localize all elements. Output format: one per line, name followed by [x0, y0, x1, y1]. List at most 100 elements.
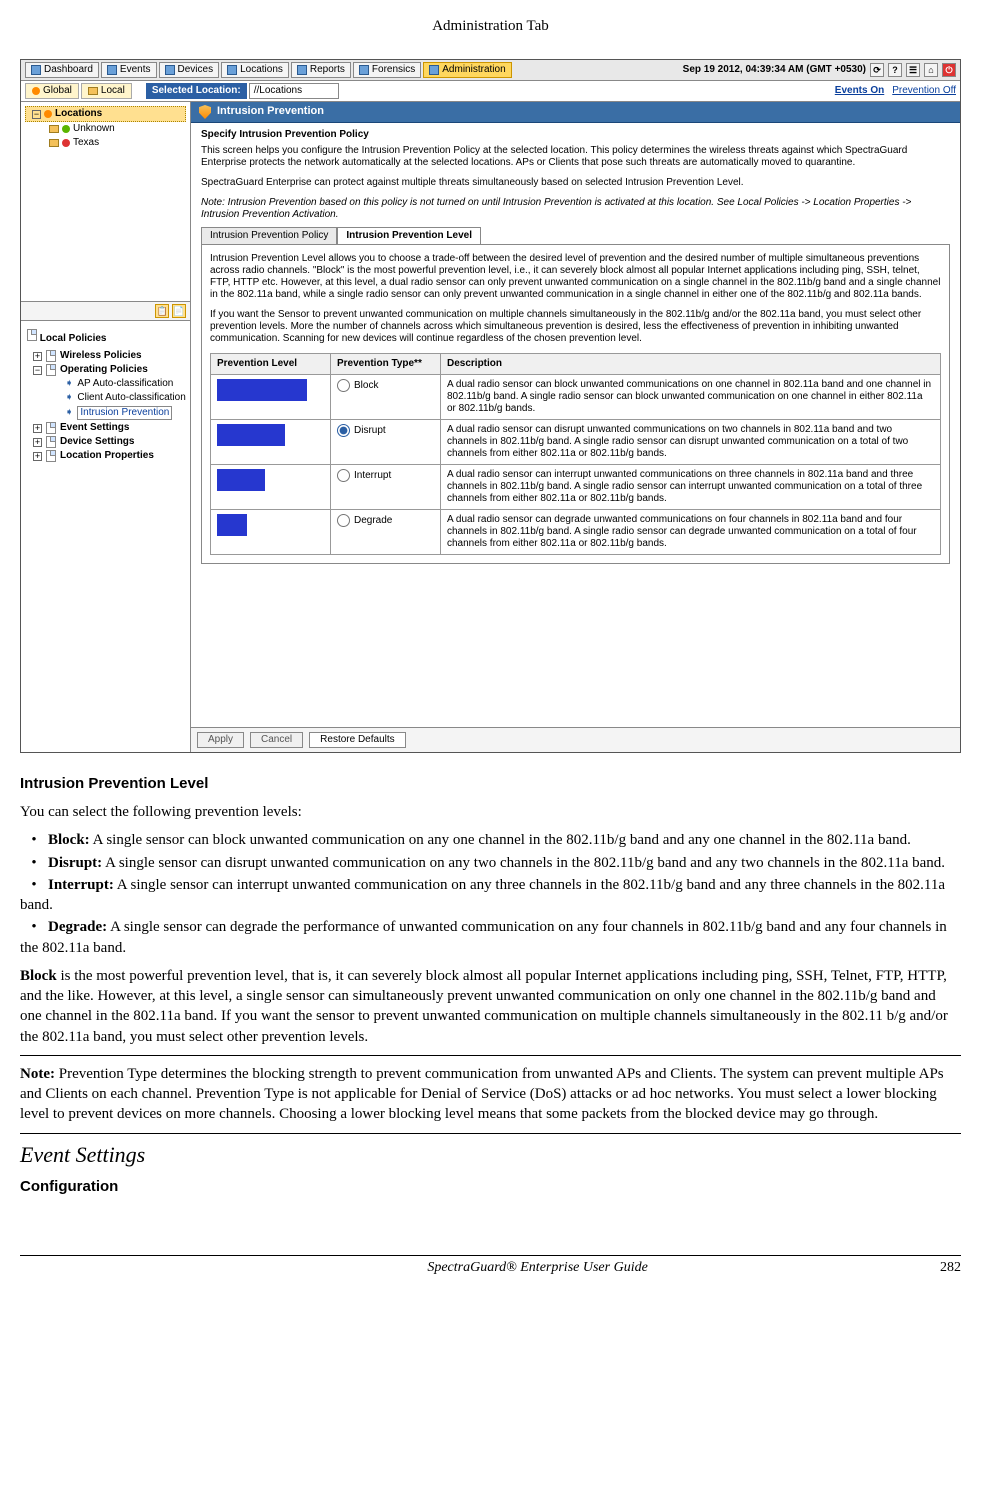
logout-icon[interactable]: ⏻	[942, 63, 956, 77]
level-name: Disrupt:	[48, 855, 102, 871]
level-intro: If you want the Sensor to prevent unwant…	[210, 309, 941, 345]
divider	[20, 1133, 961, 1134]
shield-icon	[199, 105, 211, 119]
policy-label: Client Auto-classification	[77, 392, 185, 404]
status-icon	[62, 125, 70, 133]
paste-icon[interactable]: 📄	[172, 304, 186, 318]
expand-icon[interactable]: +	[33, 352, 42, 361]
th-level: Prevention Level	[211, 354, 331, 375]
dashboard-icon	[31, 65, 41, 75]
prevention-level-table: Prevention Level Prevention Type** Descr…	[210, 353, 941, 555]
level-name: Block:	[48, 832, 90, 848]
prevention-type-radio[interactable]	[337, 469, 350, 482]
app-screenshot: Dashboard Events Devices Locations Repor…	[20, 59, 961, 753]
tree-root[interactable]: − Locations	[25, 106, 186, 122]
level-text: A single sensor can degrade the performa…	[20, 919, 947, 955]
policy-row[interactable]: ➧AP Auto-classification	[25, 377, 186, 391]
tab-locations[interactable]: Locations	[221, 62, 289, 78]
prevention-type-radio[interactable]	[337, 514, 350, 527]
type-cell[interactable]: Degrade	[331, 510, 441, 555]
policy-row[interactable]: + Event Settings	[25, 421, 186, 435]
collapse-icon[interactable]: −	[33, 366, 42, 375]
home-icon[interactable]: ⌂	[924, 63, 938, 77]
events-icon	[107, 65, 117, 75]
page-icon	[46, 450, 56, 462]
policy-label: Event Settings	[60, 422, 129, 434]
policy-row[interactable]: + Wireless Policies	[25, 349, 186, 363]
page-number: 282	[820, 1260, 961, 1276]
type-cell[interactable]: Interrupt	[331, 465, 441, 510]
level-bar	[217, 514, 247, 536]
folder-icon	[49, 125, 59, 133]
tab-forensics[interactable]: Forensics	[353, 62, 421, 78]
level-text: A single sensor can disrupt unwanted com…	[102, 855, 945, 871]
policy-row[interactable]: +Location Properties	[25, 449, 186, 463]
note-text: Prevention Type determines the blocking …	[20, 1066, 944, 1123]
levels-list: Block: A single sensor can block unwante…	[20, 830, 961, 958]
copy-icon[interactable]: 📋	[155, 304, 169, 318]
subtab-policy[interactable]: Intrusion Prevention Policy	[201, 227, 337, 244]
cancel-button[interactable]: Cancel	[250, 732, 303, 748]
expand-icon[interactable]: +	[33, 452, 42, 461]
collapse-icon[interactable]: −	[32, 110, 41, 119]
tab-label: Administration	[442, 64, 505, 76]
section-heading: Intrusion Prevention Level	[20, 775, 961, 792]
refresh-icon[interactable]: ⟳	[870, 63, 884, 77]
level-bar	[217, 469, 265, 491]
local-chip[interactable]: Local	[81, 83, 132, 99]
folder-icon	[88, 87, 98, 95]
restore-defaults-button[interactable]: Restore Defaults	[309, 732, 405, 748]
tab-dashboard[interactable]: Dashboard	[25, 62, 99, 78]
tab-devices[interactable]: Devices	[159, 62, 220, 78]
events-on-link[interactable]: Events On	[835, 85, 884, 97]
type-cell[interactable]: Block	[331, 375, 441, 420]
subtab-level[interactable]: Intrusion Prevention Level	[337, 227, 481, 244]
policy-label: Wireless Policies	[60, 350, 142, 362]
policy-row-selected[interactable]: ➧Intrusion Prevention	[25, 405, 186, 421]
subtab-bar: Intrusion Prevention Policy Intrusion Pr…	[201, 227, 950, 244]
level-name: Degrade:	[48, 919, 107, 935]
note-paragraph: Note: Prevention Type determines the blo…	[20, 1064, 961, 1125]
apply-button[interactable]: Apply	[197, 732, 244, 748]
arrow-icon: ➧	[65, 392, 73, 404]
prevention-type-radio[interactable]	[337, 379, 350, 392]
prevention-off-link[interactable]: Prevention Off	[892, 85, 956, 97]
page-icon	[46, 422, 56, 434]
type-cell[interactable]: Disrupt	[331, 420, 441, 465]
page-icon	[46, 436, 56, 448]
tab-events[interactable]: Events	[101, 62, 157, 78]
level-bar	[217, 424, 285, 446]
left-column: − Locations Unknown Texas	[21, 102, 191, 752]
selected-location-value[interactable]: //Locations	[249, 83, 339, 99]
tab-label: Reports	[310, 64, 345, 76]
tree-child[interactable]: Texas	[25, 136, 186, 150]
tab-administration[interactable]: Administration	[423, 62, 511, 78]
policy-row[interactable]: −Operating Policies	[25, 363, 186, 377]
expand-icon[interactable]: +	[33, 438, 42, 447]
policy-toolbar: 📋 📄	[21, 302, 190, 321]
tree-child[interactable]: Unknown	[25, 122, 186, 136]
right-panel: Intrusion Prevention Specify Intrusion P…	[191, 102, 960, 752]
help-icon[interactable]: ?	[888, 63, 902, 77]
level-text: A single sensor can block unwanted commu…	[90, 832, 911, 848]
policy-label: Device Settings	[60, 436, 134, 448]
policy-tree: Local Policies +Wireless Policies −Opera…	[21, 321, 190, 752]
policy-row[interactable]: ➧ Client Auto-classification	[25, 391, 186, 405]
expand-icon[interactable]: +	[33, 424, 42, 433]
th-type: Prevention Type**	[331, 354, 441, 375]
prevention-type-radio[interactable]	[337, 424, 350, 437]
tab-reports[interactable]: Reports	[291, 62, 351, 78]
policy-row[interactable]: + Device Settings	[25, 435, 186, 449]
locations-icon	[227, 65, 237, 75]
tree-label: Locations	[55, 108, 102, 120]
tool-icon[interactable]: ☰	[906, 63, 920, 77]
global-chip[interactable]: Global	[25, 83, 79, 99]
status-icon	[62, 139, 70, 147]
page-icon	[27, 329, 37, 341]
subtab-body: Intrusion Prevention Level allows you to…	[201, 244, 950, 564]
chip-label: Local	[101, 85, 125, 97]
table-row: DisruptA dual radio sensor can disrupt u…	[211, 420, 941, 465]
table-row: InterruptA dual radio sensor can interru…	[211, 465, 941, 510]
spec-paragraph: This screen helps you configure the Intr…	[201, 145, 950, 169]
tab-label: Locations	[240, 64, 283, 76]
